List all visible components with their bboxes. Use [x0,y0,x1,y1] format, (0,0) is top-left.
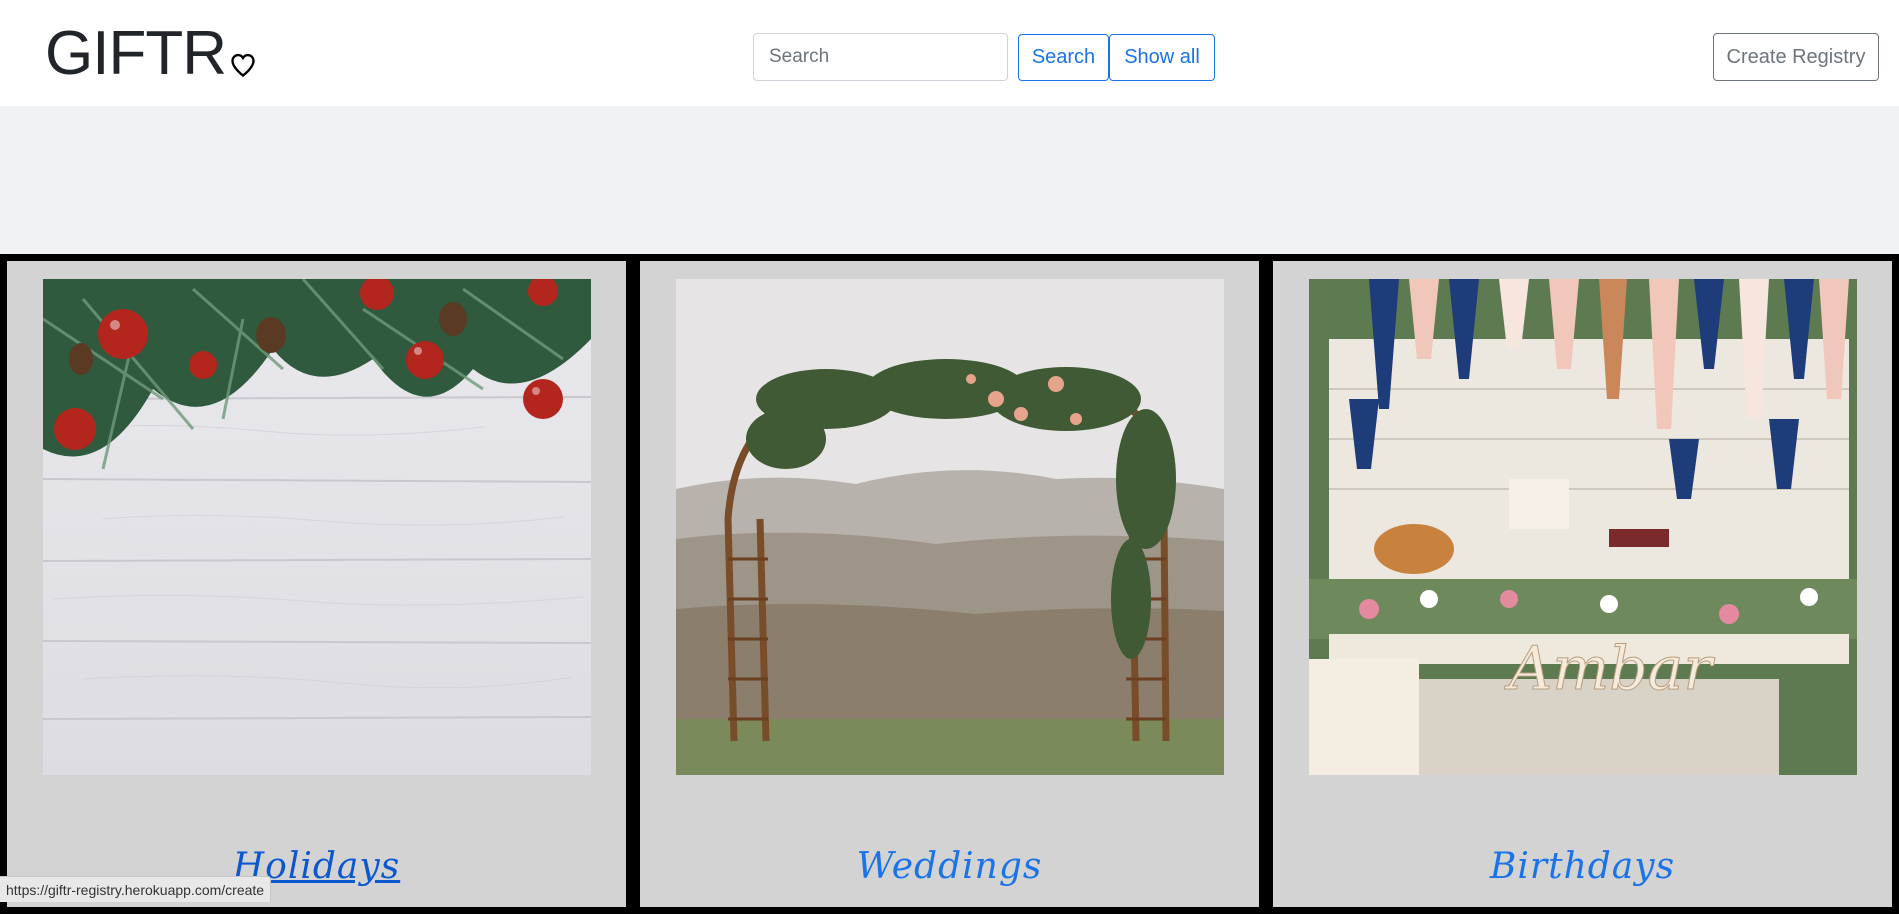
card-title-weddings[interactable]: Weddings [640,846,1259,887]
card-weddings[interactable]: Weddings [633,254,1266,914]
category-cards: Holidays Weddings Ambar Birthdays [0,254,1899,914]
search-input[interactable] [753,33,1008,81]
brand-name: GIFTR [45,19,227,88]
show-all-button[interactable]: Show all [1109,33,1215,81]
wedding-arch-image[interactable] [676,279,1224,775]
search-form: Search Show all [753,33,1215,81]
holiday-pine-ornaments-image[interactable] [43,279,591,775]
link-status-bar: https://giftr-registry.herokuapp.com/cre… [0,876,272,902]
create-registry-button[interactable]: Create Registry [1713,33,1879,81]
card-birthdays[interactable]: Ambar Birthdays [1266,254,1899,914]
card-holidays[interactable]: Holidays [0,254,633,914]
birthday-party-table-image[interactable]: Ambar [1309,279,1857,775]
card-title-birthdays[interactable]: Birthdays [1273,846,1892,887]
brand-logo[interactable]: GIFTR [45,18,258,89]
svg-text:Ambar: Ambar [1504,634,1715,704]
navbar: GIFTR Search Show all Create Registry [0,0,1899,106]
heart-icon [231,53,255,77]
search-button[interactable]: Search [1018,33,1109,81]
